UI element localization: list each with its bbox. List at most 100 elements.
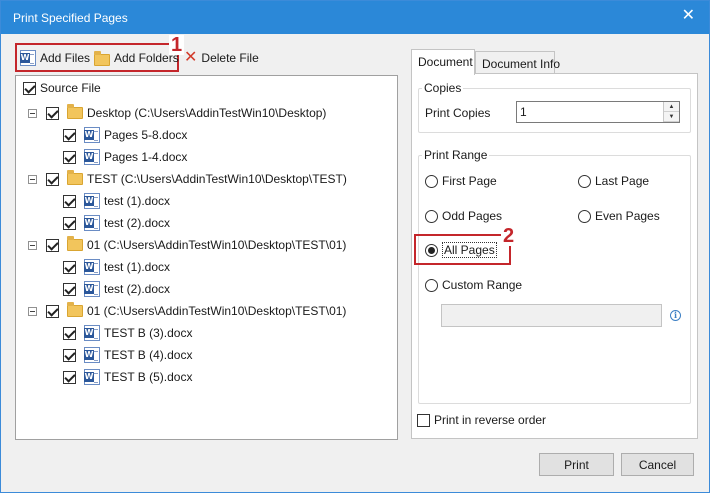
tree-file[interactable]: Pages 1-4.docx (63, 148, 187, 166)
file-checkbox[interactable] (63, 150, 76, 164)
add-files-label: Add Files (40, 51, 91, 65)
folder-icon (67, 104, 83, 119)
file-checkbox[interactable] (63, 282, 76, 296)
print-reverse-order-checkbox[interactable]: Print in reverse order (417, 411, 546, 429)
tree-folder[interactable]: 01 (C:\Users\AddinTestWin10\Desktop\TEST… (28, 302, 346, 320)
radio-circle-selected (425, 243, 438, 257)
odd-pages-label: Odd Pages (442, 209, 503, 223)
print-button[interactable]: Print (539, 453, 614, 476)
collapse-icon[interactable] (28, 174, 37, 184)
folder-icon (94, 50, 110, 66)
tree-root-source-file[interactable]: Source File (23, 79, 101, 97)
custom-range-input[interactable] (441, 304, 662, 327)
all-pages-radio[interactable]: All Pages (425, 241, 497, 259)
tree-file[interactable]: Pages 5-8.docx (63, 126, 187, 144)
file-checkbox[interactable] (63, 260, 76, 274)
spin-down-icon[interactable]: ▼ (664, 112, 679, 122)
tree-folder[interactable]: TEST (C:\Users\AddinTestWin10\Desktop\TE… (28, 170, 347, 188)
word-document-icon (84, 193, 100, 209)
file-checkbox[interactable] (63, 128, 76, 142)
callout-number-2: 2 (501, 225, 517, 247)
even-pages-label: Even Pages (595, 209, 660, 223)
radio-circle (425, 278, 438, 292)
file-label: test (1).docx (104, 194, 171, 208)
print-copies-label: Print Copies (425, 106, 491, 120)
print-copies-spinner[interactable]: 1 ▲ ▼ (516, 101, 680, 123)
tree-file[interactable]: test (2).docx (63, 280, 170, 298)
first-page-label: First Page (442, 174, 497, 188)
spin-up-icon[interactable]: ▲ (664, 102, 679, 112)
word-document-icon (84, 127, 100, 143)
word-document-icon (84, 215, 100, 231)
custom-range-radio[interactable]: Custom Range (425, 276, 522, 294)
print-specified-pages-dialog: Print Specified Pages ✕ Add Files Add Fo… (0, 0, 710, 493)
info-icon[interactable]: i (670, 310, 681, 321)
tree-folder[interactable]: 01 (C:\Users\AddinTestWin10\Desktop\TEST… (28, 236, 346, 254)
collapse-icon[interactable] (28, 240, 37, 250)
title-bar: Print Specified Pages ✕ (1, 1, 709, 34)
spinner-buttons: ▲ ▼ (663, 102, 679, 122)
print-copies-value: 1 (520, 105, 527, 119)
tree-file[interactable]: TEST B (3).docx (63, 324, 192, 342)
radio-circle (578, 174, 591, 188)
folder-checkbox[interactable] (46, 304, 59, 318)
folder-icon (67, 170, 83, 185)
file-checkbox[interactable] (63, 216, 76, 230)
source-file-checkbox[interactable] (23, 81, 36, 95)
add-files-button[interactable]: Add Files (20, 49, 90, 67)
radio-circle (425, 174, 438, 188)
word-document-icon (84, 281, 100, 297)
delete-x-icon: ✕ (184, 49, 198, 66)
folder-icon (67, 236, 83, 251)
folder-label: 01 (C:\Users\AddinTestWin10\Desktop\TEST… (87, 238, 347, 252)
tree-file[interactable]: test (2).docx (63, 214, 170, 232)
file-label: TEST B (4).docx (104, 348, 193, 362)
word-document-icon (84, 347, 100, 363)
last-page-label: Last Page (595, 174, 650, 188)
source-file-tree[interactable]: Source File Desktop (C:\Users\AddinTestW… (15, 75, 398, 440)
folder-icon (67, 302, 83, 317)
odd-pages-radio[interactable]: Odd Pages (425, 207, 502, 225)
file-checkbox[interactable] (63, 370, 76, 384)
tab-document-info[interactable]: Document Info (475, 51, 560, 74)
delete-file-button[interactable]: ✕ Delete File (184, 49, 259, 67)
file-label: test (2).docx (104, 282, 171, 296)
tree-file[interactable]: test (1).docx (63, 192, 170, 210)
file-checkbox[interactable] (63, 194, 76, 208)
custom-range-label: Custom Range (442, 278, 523, 292)
file-label: test (1).docx (104, 260, 171, 274)
tab-document[interactable]: Document (411, 49, 475, 75)
source-file-label: Source File (40, 81, 101, 95)
tree-folder[interactable]: Desktop (C:\Users\AddinTestWin10\Desktop… (28, 104, 326, 122)
radio-circle (425, 209, 438, 223)
cancel-button[interactable]: Cancel (621, 453, 694, 476)
file-label: TEST B (3).docx (104, 326, 193, 340)
word-document-icon (84, 325, 100, 341)
collapse-icon[interactable] (28, 306, 37, 316)
close-icon[interactable]: ✕ (682, 8, 695, 24)
file-checkbox[interactable] (63, 348, 76, 362)
file-checkbox[interactable] (63, 326, 76, 340)
first-page-radio[interactable]: First Page (425, 172, 497, 190)
window-title: Print Specified Pages (13, 11, 128, 25)
collapse-icon[interactable] (28, 108, 37, 118)
print-range-group-title: Print Range (422, 148, 490, 162)
folder-checkbox[interactable] (46, 106, 59, 120)
word-document-icon (84, 259, 100, 275)
even-pages-radio[interactable]: Even Pages (578, 207, 660, 225)
file-label: TEST B (5).docx (104, 370, 193, 384)
tree-file[interactable]: TEST B (5).docx (63, 368, 192, 386)
folder-label: 01 (C:\Users\AddinTestWin10\Desktop\TEST… (87, 304, 347, 318)
all-pages-label: All Pages (442, 242, 497, 258)
tree-file[interactable]: TEST B (4).docx (63, 346, 192, 364)
file-label: Pages 5-8.docx (104, 128, 188, 142)
copies-group-title: Copies (422, 81, 464, 95)
tree-file[interactable]: test (1).docx (63, 258, 170, 276)
folder-label: TEST (C:\Users\AddinTestWin10\Desktop\TE… (87, 172, 347, 186)
word-document-icon (84, 369, 100, 385)
folder-checkbox[interactable] (46, 238, 59, 252)
folder-checkbox[interactable] (46, 172, 59, 186)
file-label: test (2).docx (104, 216, 171, 230)
add-folders-button[interactable]: Add Folders (94, 49, 179, 67)
last-page-radio[interactable]: Last Page (578, 172, 649, 190)
